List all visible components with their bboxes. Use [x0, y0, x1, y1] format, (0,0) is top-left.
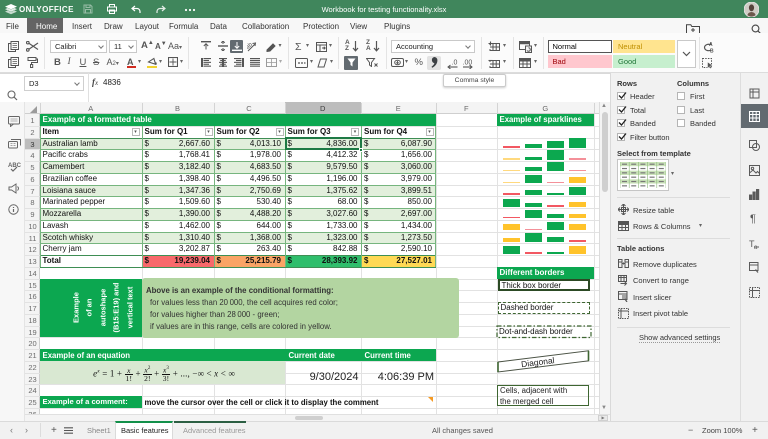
svg-text:Diagonal: Diagonal [520, 355, 555, 369]
svg-text:A: A [709, 42, 713, 48]
svg-text:¶: ¶ [750, 213, 756, 224]
svg-text:B: B [710, 48, 714, 53]
svg-text:.0: .0 [452, 59, 458, 66]
svg-text:ABC: ABC [8, 163, 21, 169]
